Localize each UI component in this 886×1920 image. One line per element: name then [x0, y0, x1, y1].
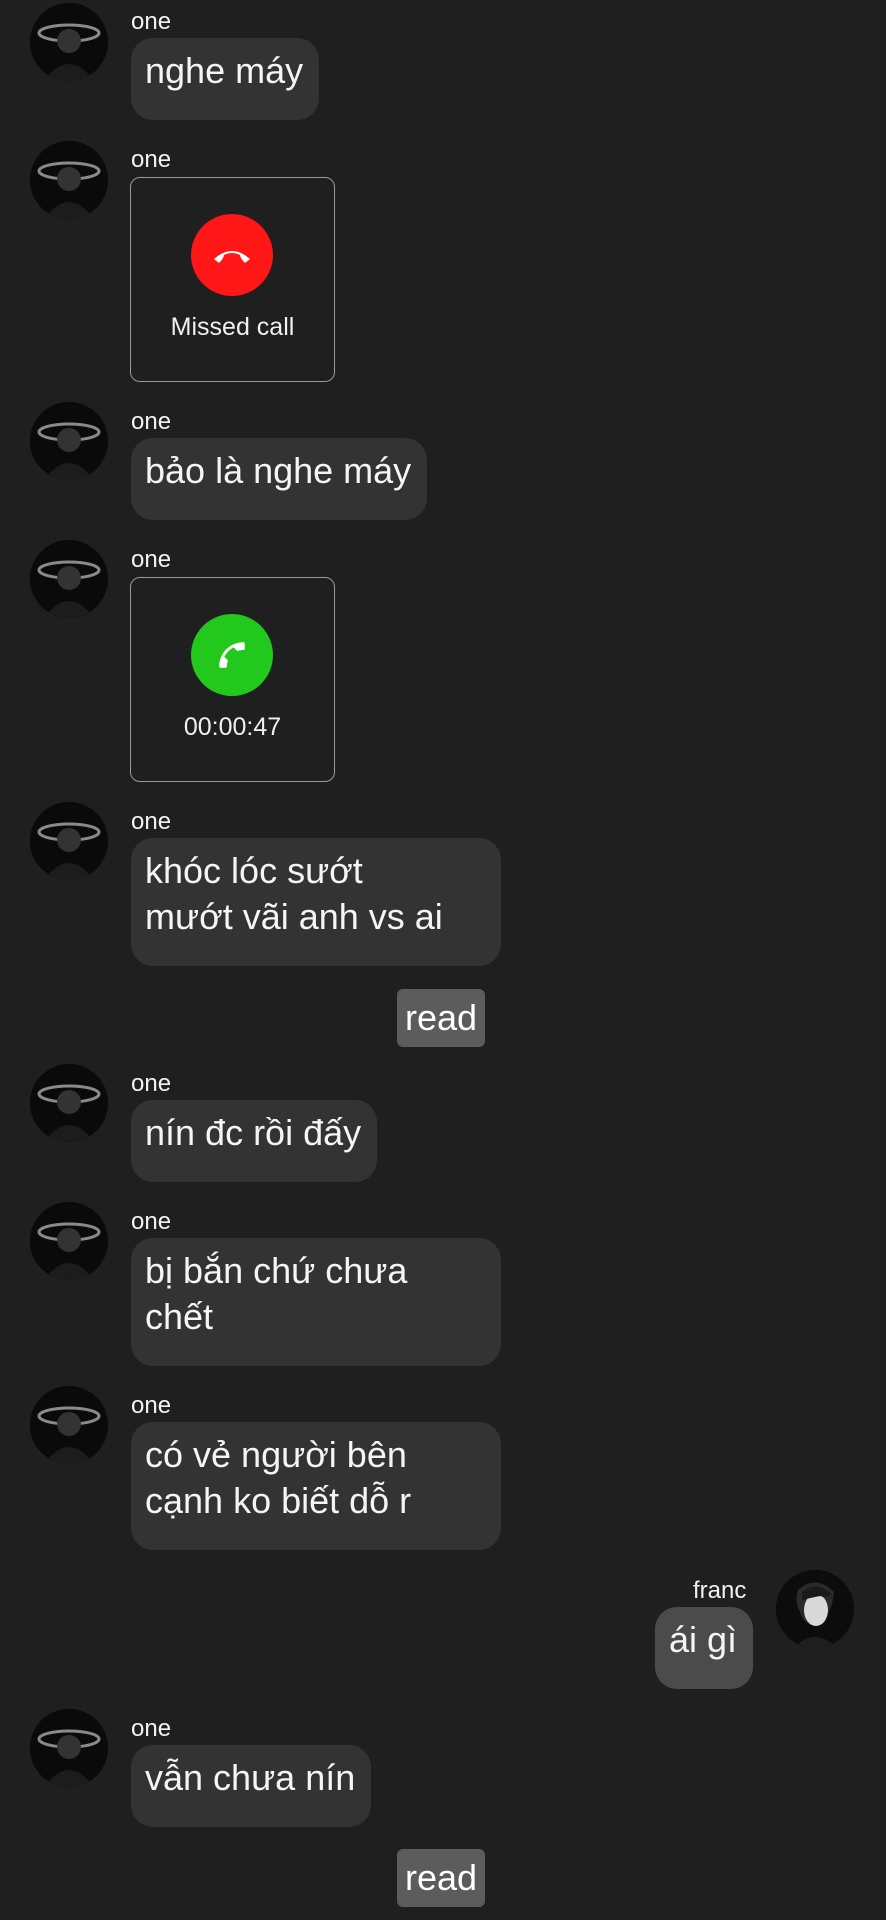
message-line: bị bắn chứ chưa: [145, 1250, 408, 1291]
sender-name: one: [131, 408, 172, 435]
call-card[interactable]: Missed call: [130, 177, 335, 382]
avatar[interactable]: [30, 1709, 108, 1787]
sender-name: one: [131, 146, 172, 173]
read-receipt: read: [397, 989, 486, 1047]
message-bubble[interactable]: vẫn chưa nín: [131, 1745, 372, 1827]
avatar[interactable]: [30, 802, 108, 880]
message-bubble[interactable]: bảo là nghe máy: [131, 438, 428, 520]
sender-name: one: [131, 1392, 172, 1419]
read-receipt: read: [397, 1849, 486, 1907]
sender-name: one: [131, 8, 172, 35]
avatar[interactable]: [30, 1386, 108, 1464]
avatar[interactable]: [30, 402, 108, 480]
message-bubble[interactable]: nghe máy: [131, 38, 320, 120]
sender-name: franc: [693, 1577, 747, 1604]
sender-name: one: [131, 1070, 172, 1097]
call-duration: 00:00:47: [183, 713, 282, 741]
avatar[interactable]: [30, 3, 108, 81]
avatar[interactable]: [30, 1202, 108, 1280]
avatar[interactable]: [30, 141, 108, 219]
message-line: mướt vãi anh vs ai: [145, 896, 443, 937]
sender-name: one: [131, 1208, 172, 1235]
phone-icon: [191, 614, 273, 696]
message-bubble[interactable]: nín đc rồi đấy: [131, 1100, 378, 1182]
my-avatar[interactable]: [776, 1570, 854, 1648]
message-line: khóc lóc sướt: [145, 850, 363, 891]
missed-call-icon: [191, 214, 273, 296]
message-line: cạnh ko biết dỗ r: [145, 1480, 412, 1521]
avatar[interactable]: [30, 540, 108, 618]
message-bubble[interactable]: bị bắn chứ chưa chết: [131, 1238, 501, 1366]
chat-screen: { "messages": [ {"sender": "one", "type"…: [0, 0, 886, 1920]
message-bubble[interactable]: khóc lóc sướt mướt vãi anh vs ai: [131, 838, 501, 966]
call-status: Missed call: [170, 313, 295, 341]
sender-name: one: [131, 546, 172, 573]
message-line: có vẻ người bên: [145, 1434, 407, 1475]
message-bubble[interactable]: có vẻ người bên cạnh ko biết dỗ r: [131, 1422, 501, 1550]
sender-name: one: [131, 808, 172, 835]
sender-name: one: [131, 1715, 172, 1742]
avatar[interactable]: [30, 1064, 108, 1142]
message-line: chết: [145, 1296, 214, 1337]
call-card[interactable]: 00:00:47: [130, 577, 335, 782]
my-message-bubble[interactable]: ái gì: [655, 1607, 754, 1689]
